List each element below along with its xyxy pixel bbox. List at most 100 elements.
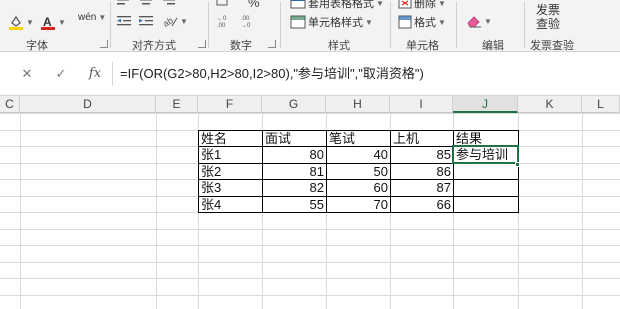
column-header-d[interactable]: D [20, 96, 156, 113]
clear-button[interactable]: ▼ [466, 14, 492, 28]
worksheet-grid[interactable]: CDEFGHIJKL 姓名 面试 笔试 上机 结果 张1 80 40 85 参与培训 张2 81 50 8… [0, 96, 620, 309]
table-border-vertical [453, 130, 454, 213]
table-cell-written[interactable]: 50 [327, 163, 390, 180]
table-cell-computer[interactable]: 66 [391, 196, 453, 213]
selected-cell-outline [452, 145, 519, 164]
table-cell-interview[interactable]: 82 [263, 179, 326, 196]
font-color-icon: A [41, 15, 55, 30]
fill-color-caret-icon[interactable]: ▼ [26, 18, 34, 27]
font-color-caret-icon[interactable]: ▼ [58, 18, 66, 27]
accounting-format-icon [216, 0, 228, 6]
svg-text:←0: ←0 [217, 16, 227, 22]
fill-color-icon [9, 15, 23, 30]
percent-symbol: % [248, 0, 260, 10]
table-header-cell[interactable]: 姓名 [199, 130, 262, 147]
cell-styles-caret-icon[interactable]: ▼ [365, 18, 373, 27]
table-cell-name[interactable]: 张2 [199, 163, 262, 180]
invoice-check-button[interactable]: 发票 查验 [536, 3, 560, 31]
format-cells-label: 格式 [414, 17, 436, 29]
delete-cells-label: 删除 [414, 0, 436, 10]
phonetic-guide-button[interactable]: wén ▼ [78, 12, 106, 23]
table-cell-computer[interactable]: 85 [391, 146, 453, 163]
increase-indent-icon [139, 16, 153, 26]
invoice-group-label: 发票查验 [530, 40, 574, 52]
column-header-i[interactable]: I [390, 96, 453, 113]
align-right-button[interactable] [160, 0, 176, 8]
phonetic-caret-icon[interactable]: ▼ [98, 13, 106, 22]
svg-text:.00: .00 [241, 16, 250, 22]
table-cell-result[interactable] [454, 179, 518, 196]
column-headers: CDEFGHIJKL [0, 96, 620, 113]
table-border-horizontal [198, 179, 519, 180]
table-cell-interview[interactable]: 55 [263, 196, 326, 213]
table-cell-name[interactable]: 张3 [199, 179, 262, 196]
percent-style-button[interactable]: % [248, 0, 260, 10]
table-cell-interview[interactable]: 81 [263, 163, 326, 180]
table-cell-computer[interactable]: 87 [391, 179, 453, 196]
table-header-cell[interactable]: 上机 [391, 130, 453, 147]
table-header-cell[interactable]: 面试 [263, 130, 326, 147]
table-border-vertical [390, 130, 391, 213]
table-cell-result[interactable] [454, 163, 518, 180]
fill-color-button[interactable]: ▼ [8, 14, 34, 30]
formula-bar-controls: ✕ ✓ fx [10, 62, 110, 86]
table-cell-written[interactable]: 60 [327, 179, 390, 196]
fill-handle[interactable] [515, 162, 520, 167]
delete-cells-button[interactable]: 删除 ▼ [398, 0, 446, 11]
increase-indent-button[interactable] [138, 14, 154, 28]
table-border-vertical [518, 130, 519, 213]
cell-styles-button[interactable]: 单元格样式 ▼ [290, 14, 373, 30]
table-cell-computer[interactable]: 86 [391, 163, 453, 180]
gridline-horizontal [0, 262, 620, 263]
column-header-j[interactable]: J [453, 96, 518, 113]
increase-decimal-button[interactable]: ←0 .00 [216, 14, 234, 28]
clear-caret-icon[interactable]: ▼ [484, 17, 492, 26]
table-header-cell[interactable]: 笔试 [327, 130, 390, 147]
styles-group-label: 样式 [328, 40, 350, 52]
orientation-caret-icon[interactable]: ▼ [180, 17, 188, 26]
alignment-group-label: 对齐方式 [132, 40, 176, 52]
column-header-l[interactable]: L [582, 96, 620, 113]
decrease-decimal-button[interactable]: .00 →0 [240, 14, 258, 28]
column-header-k[interactable]: K [518, 96, 582, 113]
gridline-horizontal [0, 113, 620, 114]
align-left-button[interactable] [116, 0, 132, 8]
align-center-button[interactable] [138, 0, 154, 8]
insert-function-button[interactable]: fx [84, 62, 106, 86]
invoice-check-label-line1: 发票 [536, 3, 561, 17]
format-as-table-caret-icon[interactable]: ▼ [376, 0, 384, 8]
table-cell-interview[interactable]: 80 [263, 146, 326, 163]
group-divider [524, 2, 525, 48]
column-header-f[interactable]: F [198, 96, 262, 113]
decrease-indent-button[interactable] [116, 14, 132, 28]
gridline-horizontal [0, 229, 620, 230]
table-cell-name[interactable]: 张1 [199, 146, 262, 163]
formula-input[interactable]: =IF(OR(G2>80,H2>80,I2>80),"参与培训","取消资格") [116, 62, 616, 86]
format-as-table-button[interactable]: 套用表格格式 ▼ [290, 0, 384, 11]
column-header-c[interactable]: C [0, 96, 20, 113]
cancel-entry-icon[interactable]: ✕ [16, 62, 38, 86]
table-cell-name[interactable]: 张4 [199, 196, 262, 213]
column-header-e[interactable]: E [156, 96, 198, 113]
alignment-dialog-launcher-icon[interactable] [198, 40, 206, 48]
format-cells-caret-icon[interactable]: ▼ [438, 18, 446, 27]
orientation-button[interactable]: ab ▼ [162, 14, 188, 28]
table-cell-written[interactable]: 40 [327, 146, 390, 163]
delete-cells-caret-icon[interactable]: ▼ [438, 0, 446, 8]
decrease-decimal-icon: .00 →0 [241, 16, 251, 28]
gridline-vertical [582, 113, 583, 309]
group-divider [280, 2, 281, 48]
table-border-vertical [326, 130, 327, 213]
table-cell-written[interactable]: 70 [327, 196, 390, 213]
font-group-label: 字体 [26, 40, 48, 52]
accounting-format-button[interactable] [216, 0, 228, 7]
number-dialog-launcher-icon[interactable] [268, 40, 276, 48]
cell-styles-label: 单元格样式 [308, 17, 363, 29]
column-header-h[interactable]: H [326, 96, 390, 113]
table-cell-result[interactable] [454, 196, 518, 213]
font-color-button[interactable]: A ▼ [40, 14, 66, 30]
format-cells-button[interactable]: 格式 ▼ [398, 14, 446, 30]
column-header-g[interactable]: G [262, 96, 326, 113]
confirm-entry-icon[interactable]: ✓ [50, 62, 72, 86]
font-dialog-launcher-icon[interactable] [100, 40, 108, 48]
